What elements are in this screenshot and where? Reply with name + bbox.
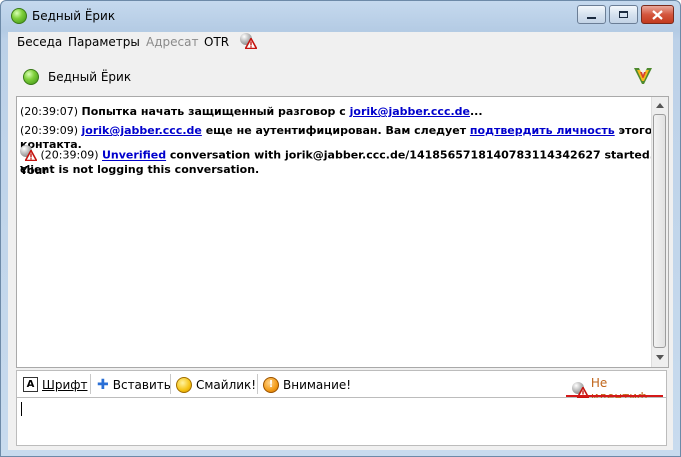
vertical-scrollbar[interactable] <box>651 97 668 367</box>
window-title: Бедный Ёрик <box>32 9 116 23</box>
menu-options[interactable]: Параметры <box>68 35 140 49</box>
font-button[interactable]: A Шрифт <box>23 377 88 392</box>
verify-identity-link[interactable]: подтвердить личность <box>470 124 615 137</box>
scroll-thumb[interactable] <box>653 114 666 348</box>
menu-otr[interactable]: OTR <box>204 35 229 49</box>
font-icon: A <box>23 377 38 392</box>
contact-status-icon <box>23 69 39 85</box>
attention-label: Внимание! <box>283 378 352 392</box>
conversation-log[interactable]: (20:39:07) Попытка начать защищенный раз… <box>16 96 669 368</box>
menu-bar: Беседа Параметры Адресат OTR <box>8 32 673 52</box>
smiley-button[interactable]: Смайлик! <box>176 377 256 393</box>
scroll-up-icon[interactable] <box>656 103 664 108</box>
contact-name: Бедный Ёрик <box>48 70 132 84</box>
contact-link[interactable]: jorik@jabber.ccc.de <box>350 105 470 118</box>
message-row: (20:39:07) Попытка начать защищенный раз… <box>20 105 483 119</box>
insert-button[interactable]: ✚ Вставить <box>97 377 171 393</box>
message-input[interactable] <box>16 398 667 446</box>
message-text: еще не аутентифицирован. Вам следует <box>201 124 470 137</box>
pidgin-logo-icon <box>634 68 652 84</box>
maximize-icon <box>619 11 628 18</box>
online-status-icon <box>11 8 27 24</box>
menu-conversation[interactable]: Беседа <box>17 35 62 49</box>
menu-recipient[interactable]: Адресат <box>146 35 198 49</box>
chat-window: Бедный Ёрик Беседа Параметры Адресат OTR… <box>0 0 681 457</box>
message-suffix: ... <box>469 105 483 118</box>
toolbar-divider <box>257 374 258 394</box>
message-timestamp: (20:39:07) <box>20 105 78 118</box>
smiley-label: Смайлик! <box>196 378 257 392</box>
maximize-button[interactable] <box>609 5 638 24</box>
unverified-link[interactable]: Unverified <box>102 149 166 162</box>
title-bar[interactable]: Бедный Ёрик <box>1 1 680 31</box>
otr-menu-status-icon[interactable] <box>240 33 257 50</box>
otr-unverified-icon <box>20 145 37 162</box>
font-label: Шрифт <box>42 377 88 392</box>
contact-link[interactable]: jorik@jabber.ccc.de <box>82 124 202 137</box>
otr-status-underline <box>566 395 663 397</box>
content-area: Бедный Ёрик (20:39:07) Попытка начать за… <box>8 52 673 450</box>
smiley-icon <box>176 377 192 393</box>
close-icon <box>652 9 663 20</box>
text-caret <box>21 402 22 416</box>
attention-icon: ! <box>263 377 279 393</box>
toolbar-divider <box>170 374 171 394</box>
close-button[interactable] <box>641 5 674 24</box>
attention-button[interactable]: ! Внимание! <box>263 377 351 393</box>
toolbar-divider <box>90 374 91 394</box>
scroll-down-icon[interactable] <box>656 355 664 360</box>
plus-icon: ✚ <box>97 377 109 393</box>
insert-label: Вставить <box>112 378 171 392</box>
minimize-button[interactable] <box>577 5 606 24</box>
format-toolbar: A Шрифт ✚ Вставить Смайлик! ! Внимание! <box>16 370 667 404</box>
message-timestamp: (20:39:09) <box>20 124 78 137</box>
message-text: Попытка начать защищенный разговор с <box>81 105 350 118</box>
message-continuation: client is not logging this conversation. <box>20 163 260 176</box>
message-timestamp: (20:39:09) <box>40 148 99 162</box>
minimize-icon <box>587 16 596 19</box>
